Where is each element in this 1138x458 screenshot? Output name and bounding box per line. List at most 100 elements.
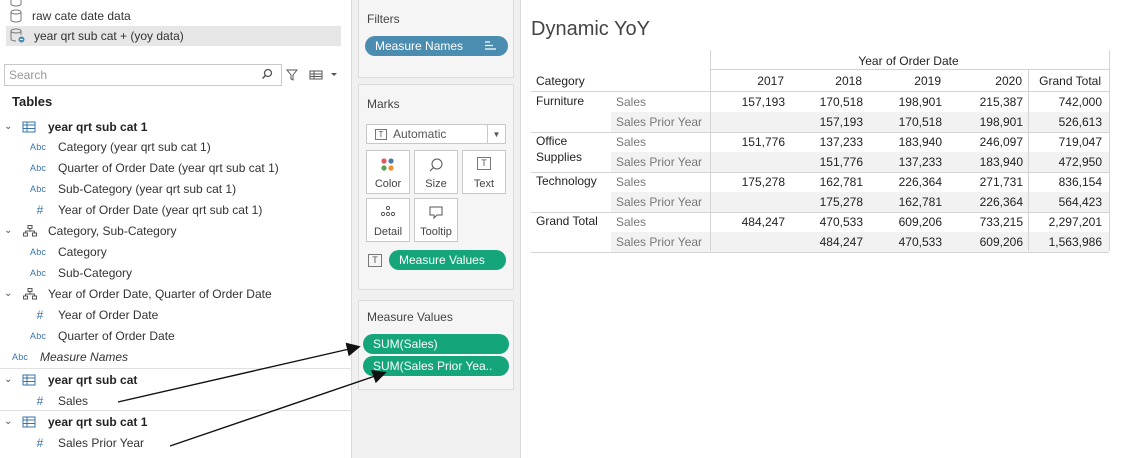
measure-values-title: Measure Values <box>367 310 453 324</box>
chevron-down-icon[interactable]: ⌄ <box>4 121 16 132</box>
filter-icon[interactable] <box>284 65 300 85</box>
category-office-supplies: Office <box>536 134 568 148</box>
prior-year-value-cell: 198,901 <box>979 115 1023 129</box>
prior-year-value-cell: 183,940 <box>979 155 1023 169</box>
prior-year-value-cell: 484,247 <box>819 235 863 249</box>
measure-values-card[interactable]: Measure Values SUM(Sales) SUM(Sales Prio… <box>358 300 514 390</box>
size-button[interactable]: Size <box>414 150 458 194</box>
text-mark-icon: T <box>375 128 387 140</box>
table-year-qrt-sub-cat[interactable]: ⌄ year qrt sub cat <box>4 369 137 390</box>
field-label: Category <box>58 244 107 259</box>
measure-label-sales-prior-year: Sales Prior Year <box>616 235 703 249</box>
chevron-down-icon[interactable]: ⌄ <box>4 416 16 427</box>
chevron-down-icon[interactable]: ⌄ <box>4 225 16 236</box>
search-icon[interactable] <box>261 68 277 83</box>
sales-value-cell: 246,097 <box>979 135 1023 149</box>
field-label: Quarter of Order Date <box>58 328 175 343</box>
field-category-yqsc1[interactable]: Abc Category (year qrt sub cat 1) <box>30 136 211 157</box>
table-year-qrt-sub-cat-1-b[interactable]: ⌄ year qrt sub cat 1 <box>4 411 147 432</box>
mark-type-label: Automatic <box>393 127 447 141</box>
table-icon <box>22 121 36 132</box>
field-label: Quarter of Order Date (year qrt sub cat … <box>58 160 279 175</box>
sales-value-cell: 484,247 <box>741 215 785 229</box>
table-name: year qrt sub cat <box>48 372 138 387</box>
number-type-icon: # <box>36 307 44 322</box>
text-icon: T <box>463 157 505 170</box>
datasource-label: year qrt sub cat + (yoy data) <box>34 29 184 43</box>
field-subcategory[interactable]: Abc Sub-Category <box>30 262 132 283</box>
row-divider <box>531 212 1109 213</box>
table-bottom-rule <box>531 252 1109 253</box>
field-sales[interactable]: # Sales <box>30 390 88 411</box>
prior-year-value-cell: 564,423 <box>1058 195 1102 209</box>
filters-card[interactable]: Filters Measure Names <box>358 0 514 78</box>
field-subcategory-yqsc1[interactable]: Abc Sub-Category (year qrt sub cat 1) <box>30 178 236 199</box>
sales-value-cell: 733,215 <box>979 215 1023 229</box>
category-furniture: Furniture <box>536 94 585 108</box>
tables-heading: Tables <box>12 94 53 109</box>
string-type-icon: Abc <box>30 141 47 152</box>
measure-values-text-pill[interactable]: Measure Values <box>389 250 506 270</box>
prior-year-value-cell: 526,613 <box>1058 115 1102 129</box>
measure-label-sales: Sales <box>616 135 647 149</box>
string-type-icon: Abc <box>30 267 47 278</box>
table-name: year qrt sub cat 1 <box>48 414 148 429</box>
sales-value-cell: 609,206 <box>898 215 942 229</box>
chevron-down-icon[interactable]: ▼ <box>487 125 505 143</box>
field-year-yqsc1[interactable]: # Year of Order Date (year qrt sub cat 1) <box>30 199 263 220</box>
column-group-header: Year of Order Date <box>858 54 959 68</box>
sales-value-cell: 271,731 <box>979 175 1023 189</box>
hierarchy-category-subcategory[interactable]: ⌄ Category, Sub-Category <box>4 220 177 241</box>
sum-sales-prior-year-pill[interactable]: SUM(Sales Prior Yea.. <box>363 356 509 376</box>
number-type-icon: # <box>36 435 44 450</box>
hierarchy-year-quarter[interactable]: ⌄ Year of Order Date, Quarter of Order D… <box>4 283 272 304</box>
search-input[interactable] <box>9 68 261 82</box>
datasource-label: raw cate date data <box>32 9 131 23</box>
field-category[interactable]: Abc Category <box>30 241 107 262</box>
chevron-down-icon[interactable]: ⌄ <box>4 374 16 385</box>
sales-value-cell: 470,533 <box>819 215 863 229</box>
field-measure-names[interactable]: Abc Measure Names <box>12 346 128 367</box>
view-options-icon[interactable] <box>308 65 338 85</box>
prior-year-value-cell: 151,776 <box>819 155 863 169</box>
linked-database-icon <box>10 28 26 44</box>
mark-type-dropdown[interactable]: T Automatic ▼ <box>366 124 506 144</box>
color-button[interactable]: Color <box>366 150 410 194</box>
sales-value-cell: 742,000 <box>1058 95 1102 109</box>
view-area: Dynamic YoY Year of Order Date Category 20… <box>520 0 1138 458</box>
size-icon <box>415 157 457 173</box>
detail-button[interactable]: Detail <box>366 198 410 242</box>
field-quarter-yqsc1[interactable]: Abc Quarter of Order Date (year qrt sub c… <box>30 157 279 178</box>
sales-value-cell: 162,781 <box>819 175 863 189</box>
filter-list-icon <box>485 41 496 50</box>
measure-names-filter-pill[interactable]: Measure Names <box>365 36 508 56</box>
tooltip-icon <box>415 205 457 221</box>
field-quarter-of-order-date[interactable]: Abc Quarter of Order Date <box>30 325 175 346</box>
data-pane: raw cate date data year qrt sub cat + (y… <box>0 0 352 458</box>
size-label: Size <box>425 178 447 190</box>
tooltip-button[interactable]: Tooltip <box>414 198 458 242</box>
datasource-yoy-data[interactable]: year qrt sub cat + (yoy data) <box>6 26 341 46</box>
chevron-down-icon[interactable]: ⌄ <box>4 288 16 299</box>
number-type-icon: # <box>36 393 44 408</box>
marks-card[interactable]: Marks T Automatic ▼ Color Size T Text De… <box>358 84 514 290</box>
string-type-icon: Abc <box>30 183 47 194</box>
hierarchy-icon <box>23 287 37 299</box>
text-label: Text <box>473 178 495 190</box>
text-button[interactable]: T Text <box>462 150 506 194</box>
crosstab: Year of Order Date Category 2017 2018 2019 20… <box>521 0 1138 458</box>
datasource-raw-cate-date-data[interactable]: raw cate date data <box>8 6 131 26</box>
column-header-2020: 2020 <box>995 74 1022 88</box>
pill-label: Measure Names <box>375 39 464 53</box>
field-label: Sub-Category <box>58 265 133 280</box>
prior-year-value-cell: 472,950 <box>1058 155 1102 169</box>
table-icon <box>22 416 36 427</box>
field-sales-prior-year[interactable]: # Sales Prior Year <box>30 432 144 453</box>
tooltip-label: Tooltip <box>420 226 452 238</box>
table-year-qrt-sub-cat-1[interactable]: ⌄ year qrt sub cat 1 <box>4 116 147 137</box>
sum-sales-pill[interactable]: SUM(Sales) <box>363 334 509 354</box>
prior-year-value-cell: 137,233 <box>898 155 942 169</box>
field-year-of-order-date[interactable]: # Year of Order Date <box>30 304 159 325</box>
filters-title: Filters <box>367 12 400 26</box>
search-box[interactable] <box>4 64 282 86</box>
